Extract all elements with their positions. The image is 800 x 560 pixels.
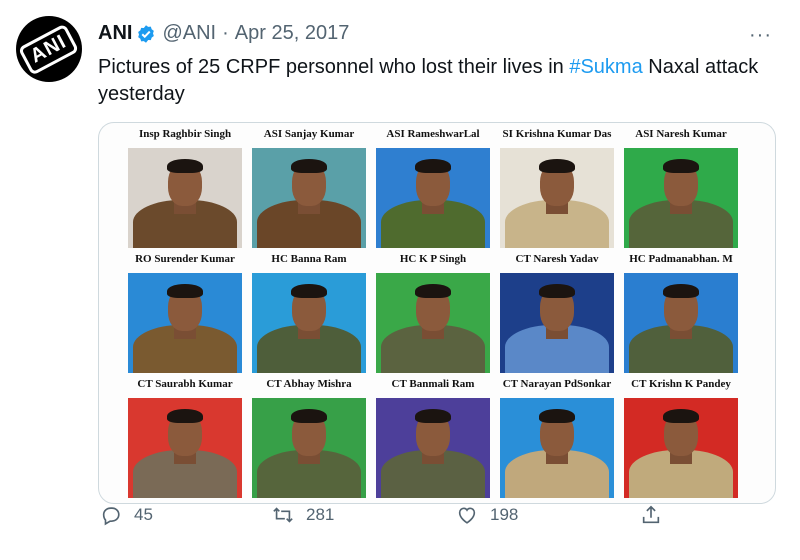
photo-cell [247,270,371,373]
photo-row [123,395,743,498]
photo-cell [619,270,743,373]
personnel-name: ASI Naresh Kumar [635,128,727,140]
like-count: 198 [490,505,519,524]
photo-cell [495,145,619,248]
personnel-name: SI Krishna Kumar Das [502,128,612,140]
hair-shape [291,409,327,423]
hair-shape [539,409,575,423]
personnel-photo [624,398,738,498]
personnel-photo [376,273,490,373]
separator-dot: · [222,22,229,44]
personnel-photo [252,398,366,498]
personnel-name: RO Surender Kumar [135,253,235,265]
tweet-date[interactable]: Apr 25, 2017 [235,22,350,45]
hair-shape [167,159,203,173]
personnel-name: CT Krishn K Pandey [631,378,731,390]
personnel-name: Insp Raghbir Singh [138,128,232,140]
reply-icon [102,507,120,526]
personnel-photo [500,148,614,248]
verified-badge-icon [138,24,155,43]
personnel-photo [500,398,614,498]
reply-count: 45 [134,505,153,524]
personnel-name: ASI Sanjay Kumar [263,128,355,140]
reply-button[interactable]: 45 [100,504,153,526]
hair-shape [539,284,575,298]
personnel-name: HC Banna Ram [271,253,347,265]
author-name[interactable]: ANI [98,22,132,45]
hair-shape [663,284,699,298]
retweet-button[interactable]: 281 [272,504,334,526]
personnel-name: HC Padmanabhan. M [629,253,733,265]
hair-shape [539,159,575,173]
personnel-name: HC K P Singh [399,253,467,265]
hair-shape [291,159,327,173]
hair-shape [663,159,699,173]
name-row: Insp Raghbir Singh ASI Sanjay Kumar ASI Ra… [123,123,743,145]
photo-cell [619,395,743,498]
personnel-photo [252,273,366,373]
personnel-photo [500,273,614,373]
hair-shape [415,159,451,173]
photo-cell [247,145,371,248]
avatar[interactable]: ANI [16,16,82,82]
hair-shape [663,409,699,423]
hair-shape [415,409,451,423]
retweet-icon [273,507,293,523]
photo-cell [123,145,247,248]
more-icon[interactable]: ··· [749,24,772,47]
photo-cell [123,270,247,373]
personnel-photo [128,398,242,498]
like-button[interactable]: 198 [456,504,518,526]
photo-cell [123,395,247,498]
personnel-name: CT Abhay Mishra [266,378,352,390]
photo-cell [371,270,495,373]
photo-cell [371,145,495,248]
personnel-photo [624,148,738,248]
personnel-name: ASI RameshwarLal [386,128,480,140]
like-icon [458,507,476,524]
photo-row [123,270,743,373]
personnel-photo [128,148,242,248]
hashtag-link[interactable]: #Sukma [569,56,642,78]
ani-logo: ANI [18,22,80,76]
personnel-name: CT Naresh Yadav [515,253,599,265]
photo-cell [619,145,743,248]
photo-row [123,145,743,248]
name-row: RO Surender Kumar HC Banna Ram HC K P Sing… [123,248,743,270]
personnel-photo [376,398,490,498]
personnel-photo [376,148,490,248]
photo-cell [495,270,619,373]
tweet-header: ANI @ANI · Apr 25, 2017 [98,22,349,45]
hair-shape [415,284,451,298]
personnel-grid: Insp Raghbir Singh ASI Sanjay Kumar ASI Ra… [123,123,743,498]
photo-cell [247,395,371,498]
tweet-text-before: Pictures of 25 CRPF personnel who lost t… [98,56,570,78]
personnel-name: CT Narayan PdSonkar [502,378,612,390]
personnel-name: CT Saurabh Kumar [137,378,233,390]
personnel-photo [252,148,366,248]
hair-shape [291,284,327,298]
tweet-image[interactable]: Insp Raghbir Singh ASI Sanjay Kumar ASI Ra… [98,122,776,504]
retweet-count: 281 [306,505,335,524]
personnel-photo [624,273,738,373]
hair-shape [167,284,203,298]
personnel-photo [128,273,242,373]
name-row: CT Saurabh Kumar CT Abhay Mishra CT Banmal… [123,373,743,395]
photo-cell [495,395,619,498]
author-handle[interactable]: @ANI [162,22,216,45]
photo-cell [371,395,495,498]
personnel-name: CT Banmali Ram [391,378,475,390]
share-button[interactable] [640,504,674,526]
tweet-text: Pictures of 25 CRPF personnel who lost t… [98,54,778,108]
hair-shape [167,409,203,423]
share-icon [642,505,660,524]
